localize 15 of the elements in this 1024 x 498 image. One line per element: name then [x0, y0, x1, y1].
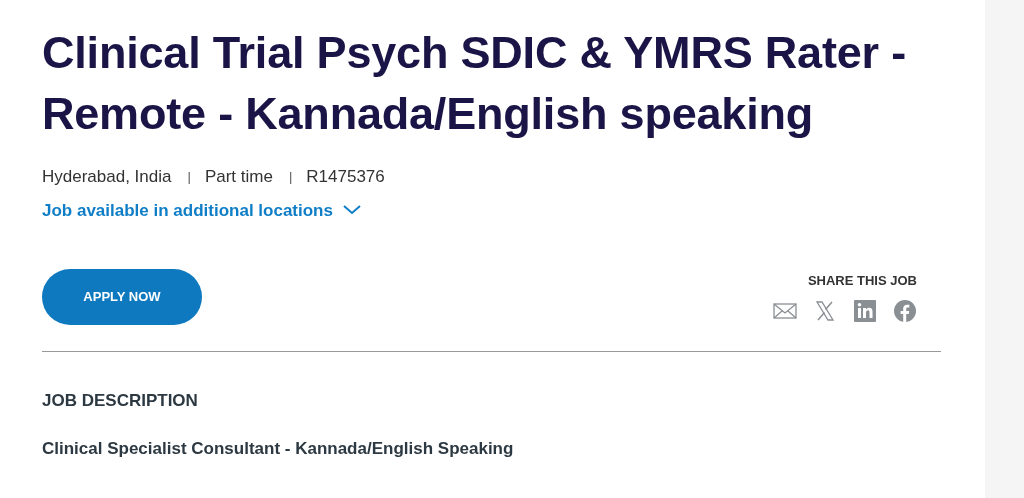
chevron-icon [342, 205, 361, 216]
separator: | [288, 168, 293, 186]
job-subtitle: Clinical Specialist Consultant - Kannada/English Speaking [42, 437, 515, 460]
facebook-icon[interactable] [893, 298, 917, 323]
linkedin-icon[interactable] [853, 298, 877, 323]
job-meta: R1475376 [306, 166, 385, 188]
job-meta: Hyderabad, India [42, 166, 172, 188]
job-meta: Part time [204, 166, 273, 188]
x-logo-icon[interactable] [813, 298, 837, 323]
job-title: Clinical Trial Psych SDIC & YMRS Rater - Remote - Kannada/English speaking [42, 26, 907, 141]
locations-toggle[interactable]: Job available in additional locations [42, 197, 361, 223]
separator: | [187, 168, 191, 186]
share-label: SHARE THIS JOB [807, 272, 917, 290]
section-heading: JOB DESCRIPTION [42, 390, 199, 412]
apply-button[interactable]: APPLY NOW [42, 269, 202, 325]
